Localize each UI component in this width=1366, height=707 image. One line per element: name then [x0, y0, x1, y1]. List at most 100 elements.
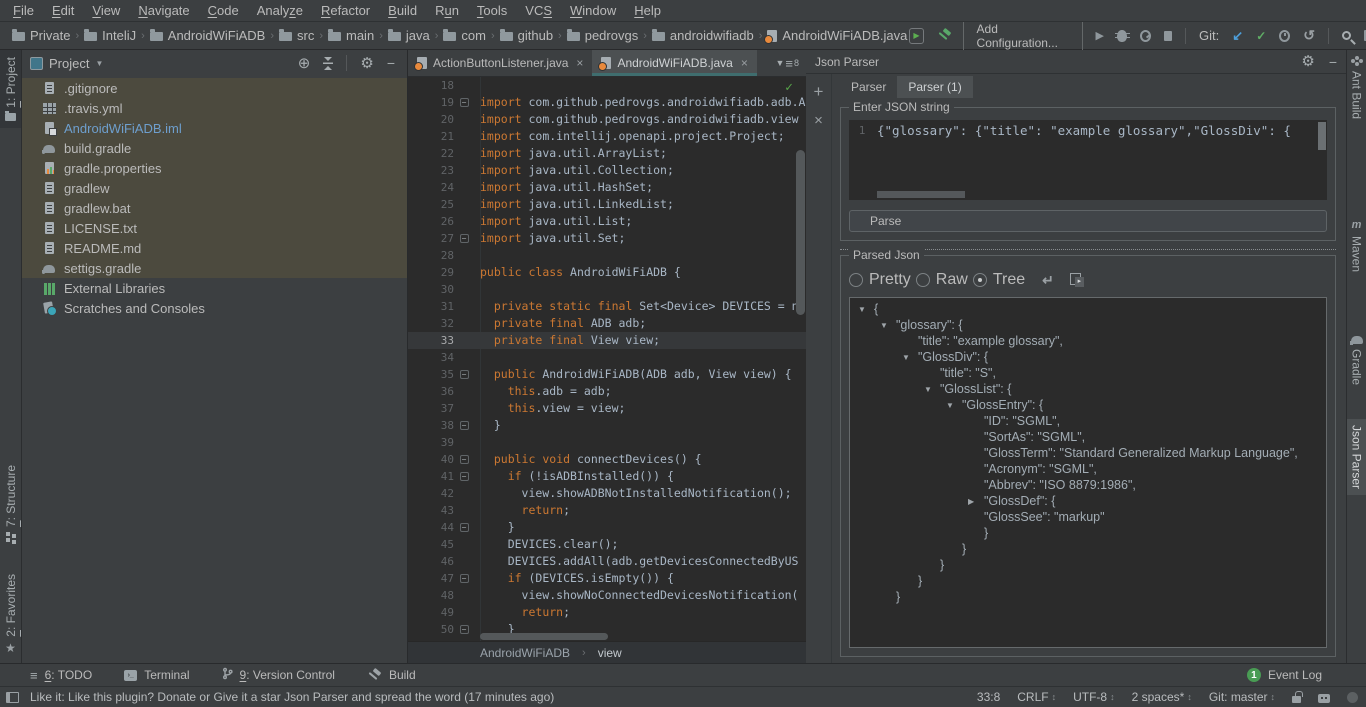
editor-breadcrumb-item-view[interactable]: view — [598, 646, 622, 660]
tree-row[interactable]: ▼{ — [850, 301, 1326, 317]
close-icon[interactable]: × — [576, 56, 583, 70]
stripe-button-2-favorites[interactable]: 2: Favorites★ — [0, 567, 21, 663]
copy-icon[interactable] — [1070, 273, 1084, 287]
tree-expanded-arrow-icon[interactable]: ▼ — [858, 305, 874, 314]
radio-tree[interactable]: Tree — [973, 271, 1025, 289]
code-line-29[interactable]: 29public class AndroidWiFiADB { — [408, 264, 806, 281]
editor-breadcrumb-item-androidwifiadb[interactable]: AndroidWiFiADB — [480, 646, 570, 660]
tree-row[interactable]: "GlossSee": "markup" — [850, 509, 1326, 525]
code-line-18[interactable]: 18 — [408, 77, 806, 94]
collapse-all-icon[interactable] — [323, 57, 333, 70]
tree-row[interactable]: ▼"GlossDiv": { — [850, 349, 1326, 365]
code-line-28[interactable]: 28 — [408, 247, 806, 264]
event-log-button[interactable]: 1 Event Log — [1247, 668, 1322, 682]
radio-raw[interactable]: Raw — [916, 271, 968, 289]
tree-expanded-arrow-icon[interactable]: ▼ — [880, 321, 896, 330]
tree-row[interactable]: } — [850, 525, 1326, 541]
robot-icon[interactable] — [1318, 694, 1330, 703]
stop-icon[interactable] — [1164, 31, 1173, 41]
clock-icon[interactable] — [1279, 30, 1290, 42]
search-everywhere-icon[interactable] — [1342, 31, 1351, 40]
tree-row[interactable]: } — [850, 589, 1326, 605]
code-line-42[interactable]: 42 view.showADBNotInstalledNotification(… — [408, 485, 806, 502]
toolwindow-button-terminal[interactable]: ›_Terminal — [124, 668, 189, 682]
tree-row[interactable]: ▶"GlossDef": { — [850, 493, 1326, 509]
soft-wrap-icon[interactable]: ↵ — [1042, 272, 1054, 289]
code-line-31[interactable]: 31 private static final Set<Device> DEVI… — [408, 298, 806, 315]
code-line-47[interactable]: 47− if (DEVICES.isEmpty()) { — [408, 570, 806, 587]
menu-item-help[interactable]: Help — [625, 2, 670, 19]
menu-item-refactor[interactable]: Refactor — [312, 2, 379, 19]
code-line-49[interactable]: 49 return; — [408, 604, 806, 621]
breadcrumb-item-private[interactable]: Private — [10, 28, 72, 43]
breadcrumb-item-github[interactable]: github — [498, 28, 555, 43]
editor-tab-actionbuttonlistener-java[interactable]: ActionButtonListener.java× — [408, 50, 592, 76]
breadcrumb-item-src[interactable]: src — [277, 28, 316, 43]
tree-row[interactable]: } — [850, 573, 1326, 589]
parser-tab-parser[interactable]: Parser — [840, 76, 897, 98]
tree-row[interactable]: "GlossTerm": "Standard Generalized Marku… — [850, 445, 1326, 461]
menu-item-build[interactable]: Build — [379, 2, 426, 19]
json-input-text[interactable]: {"glossary": {"title": "example glossary… — [875, 120, 1327, 200]
toolwindow-button-9-version-control[interactable]: 9: Version Control — [222, 667, 335, 683]
run-button-disabled-icon[interactable]: ▶ — [1096, 29, 1104, 42]
code-line-46[interactable]: 46 DEVICES.addAll(adb.getDevicesConnecte… — [408, 553, 806, 570]
status-widget-33-8[interactable]: 33:8 — [977, 690, 1000, 704]
stripe-button-1-project[interactable]: 1: Project — [0, 50, 21, 128]
fold-start-icon[interactable]: − — [460, 472, 469, 481]
editor-tab-androidwifiadb-java[interactable]: AndroidWiFiADB.java× — [592, 50, 756, 76]
menu-item-view[interactable]: View — [83, 2, 129, 19]
project-item-gradlew[interactable]: gradlew — [22, 178, 407, 198]
git-update-icon[interactable]: ↙ — [1232, 28, 1243, 44]
fold-end-icon[interactable]: − — [460, 523, 469, 532]
build-hammer-icon[interactable] — [937, 28, 950, 43]
code-line-39[interactable]: 39 — [408, 434, 806, 451]
project-item-license-txt[interactable]: LICENSE.txt — [22, 218, 407, 238]
code-line-36[interactable]: 36 this.adb = adb; — [408, 383, 806, 400]
tree-row[interactable]: } — [850, 557, 1326, 573]
hidden-tabs-dropdown[interactable]: ▼≡8 — [775, 50, 806, 76]
parse-button[interactable]: Parse — [849, 210, 1327, 232]
toolwindow-button-build[interactable]: Build — [367, 668, 416, 683]
vertical-scrollbar[interactable] — [1318, 122, 1326, 150]
code-line-38[interactable]: 38− } — [408, 417, 806, 434]
json-input-editor[interactable]: 1 {"glossary": {"title": "example glossa… — [849, 120, 1327, 200]
toolwindow-toggle-icon[interactable] — [6, 692, 19, 703]
tree-expanded-arrow-icon[interactable]: ▼ — [902, 353, 918, 362]
tree-row[interactable]: ▼"GlossEntry": { — [850, 397, 1326, 413]
profiler-icon[interactable] — [1140, 30, 1151, 42]
project-item-readme-md[interactable]: README.md — [22, 238, 407, 258]
add-configuration-button[interactable]: Add Configuration... — [963, 18, 1083, 54]
unlock-icon[interactable] — [1292, 696, 1301, 703]
code-line-41[interactable]: 41− if (!isADBInstalled()) { — [408, 468, 806, 485]
hide-panel-icon[interactable]: − — [387, 56, 395, 70]
breadcrumb-item-com[interactable]: com — [441, 28, 488, 43]
fold-start-icon[interactable]: − — [460, 455, 469, 464]
tree-row[interactable]: ▼"GlossList": { — [850, 381, 1326, 397]
project-item-build-gradle[interactable]: build.gradle — [22, 138, 407, 158]
code-line-43[interactable]: 43 return; — [408, 502, 806, 519]
project-item-gitignore[interactable]: .gitignore — [22, 78, 407, 98]
code-line-35[interactable]: 35− public AndroidWiFiADB(ADB adb, View … — [408, 366, 806, 383]
project-item-androidwifiadb-iml[interactable]: AndroidWiFiADB.iml — [22, 118, 407, 138]
json-tree[interactable]: ▼{▼"glossary": {"title": "example glossa… — [849, 297, 1327, 648]
fold-start-icon[interactable]: − — [460, 574, 469, 583]
tree-row[interactable]: "title": "S", — [850, 365, 1326, 381]
stripe-button-7-structure[interactable]: 7: Structure — [0, 458, 21, 549]
code-line-34[interactable]: 34 — [408, 349, 806, 366]
code-line-44[interactable]: 44− } — [408, 519, 806, 536]
rollback-icon[interactable]: ↺ — [1303, 27, 1315, 44]
code-line-45[interactable]: 45 DEVICES.clear(); — [408, 536, 806, 553]
status-message[interactable]: Like it: Like this plugin? Donate or Giv… — [30, 690, 554, 704]
code-line-22[interactable]: 22import java.util.ArrayList; — [408, 145, 806, 162]
fold-start-icon[interactable]: − — [460, 98, 469, 107]
vertical-scrollbar[interactable] — [796, 150, 805, 315]
breadcrumb-item-main[interactable]: main — [326, 28, 376, 43]
breadcrumb-item-androidwifiadb-java[interactable]: AndroidWiFiADB.java — [765, 28, 909, 43]
tree-row[interactable]: } — [850, 541, 1326, 557]
breadcrumb-item-intelij[interactable]: InteliJ — [82, 28, 138, 43]
fold-end-icon[interactable]: − — [460, 625, 469, 634]
toolwindow-button-6-todo[interactable]: ≡6: TODO — [30, 668, 92, 683]
tree-row[interactable]: "SortAs": "SGML", — [850, 429, 1326, 445]
debug-bug-icon[interactable] — [1117, 30, 1127, 42]
